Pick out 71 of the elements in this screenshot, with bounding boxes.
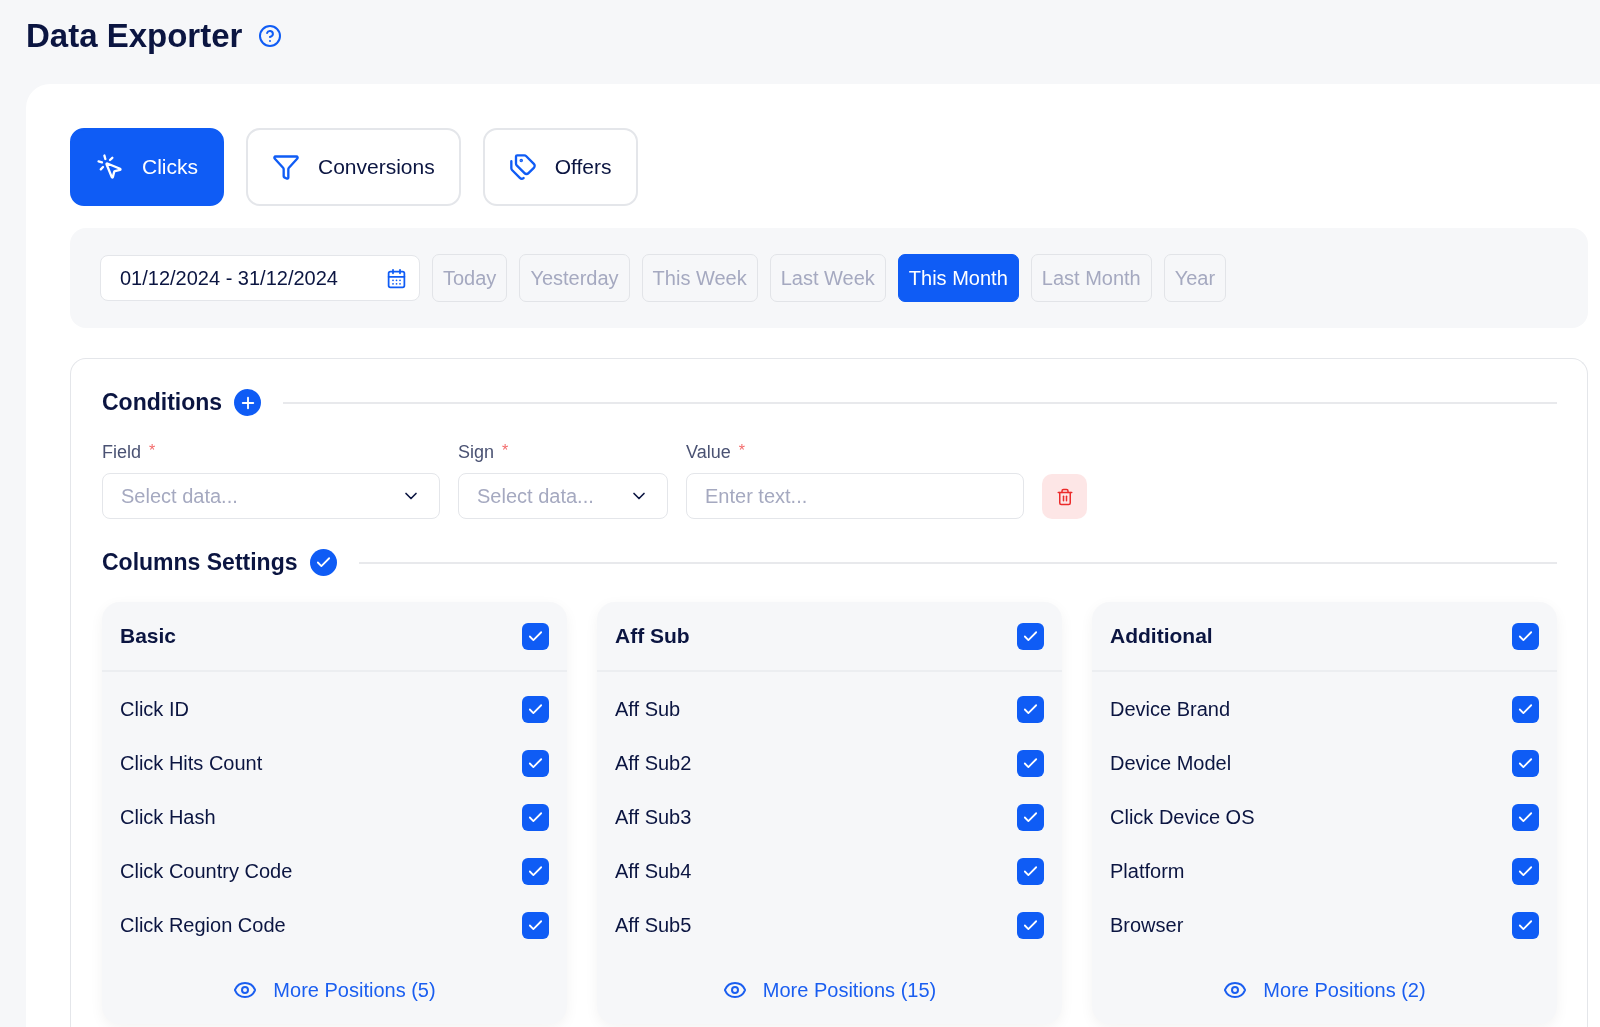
group-title: Additional xyxy=(1110,624,1213,648)
field-label: Value xyxy=(686,442,731,463)
checkbox[interactable] xyxy=(1017,857,1044,885)
column-label: Aff Sub5 xyxy=(615,913,692,937)
field-label: Field xyxy=(102,442,141,463)
checkbox[interactable] xyxy=(1017,749,1044,777)
date-preset-button[interactable]: This Month xyxy=(897,254,1019,302)
checkbox[interactable] xyxy=(1512,803,1539,831)
checkbox[interactable] xyxy=(1017,622,1044,650)
column-label: Device Brand xyxy=(1110,697,1231,721)
column-label: Click Country Code xyxy=(120,859,293,883)
calendar-icon xyxy=(386,267,407,289)
checkbox[interactable] xyxy=(1017,695,1044,723)
checkbox[interactable] xyxy=(1512,911,1539,939)
checkbox[interactable] xyxy=(522,911,549,939)
column-label: Platform xyxy=(1110,859,1185,883)
checkbox[interactable] xyxy=(522,749,549,777)
date-preset-button[interactable]: Yesterday xyxy=(519,254,630,302)
trash-icon xyxy=(1055,487,1074,506)
column-label: Click ID xyxy=(120,697,189,721)
delete-button[interactable] xyxy=(1042,474,1087,519)
checkbox[interactable] xyxy=(522,695,549,723)
checkbox[interactable] xyxy=(1512,749,1539,777)
checkbox[interactable] xyxy=(1512,622,1539,650)
date-preset-button[interactable]: Year xyxy=(1163,254,1227,302)
help-icon[interactable] xyxy=(258,24,283,48)
input-field[interactable]: Enter text... xyxy=(686,473,1024,519)
column-label: Click Region Code xyxy=(120,913,286,937)
checkbox[interactable] xyxy=(522,622,549,650)
select-field[interactable]: Select data... xyxy=(458,473,668,519)
select-field[interactable]: Select data... xyxy=(102,473,440,519)
tag-icon xyxy=(508,153,537,181)
column-label: Aff Sub3 xyxy=(615,805,692,829)
tab[interactable]: Clicks xyxy=(70,128,224,206)
column-label: Aff Sub4 xyxy=(615,859,692,883)
check-icon xyxy=(309,549,337,576)
required-mark: * xyxy=(502,442,509,460)
checkbox[interactable] xyxy=(1512,695,1539,723)
tab[interactable]: Conversions xyxy=(246,128,461,206)
checkbox[interactable] xyxy=(1017,803,1044,831)
add-icon[interactable] xyxy=(234,389,262,416)
date-preset-button[interactable]: This Week xyxy=(641,254,758,302)
date-preset-button[interactable]: Last Month xyxy=(1030,254,1152,302)
checkbox[interactable] xyxy=(1017,911,1044,939)
group-title: Aff Sub xyxy=(615,624,690,648)
column-label: Aff Sub2 xyxy=(615,751,692,775)
group-title: Basic xyxy=(120,624,177,648)
more-positions-link[interactable]: More Positions (2) xyxy=(1092,978,1557,1002)
date-range-field[interactable]: 01/12/2024 - 31/12/2024 xyxy=(100,255,420,301)
column-label: Click Device OS xyxy=(1110,805,1255,829)
checkbox[interactable] xyxy=(1512,857,1539,885)
date-preset-button[interactable]: Last Week xyxy=(769,254,886,302)
page-title: Data Exporter xyxy=(26,17,243,55)
more-positions-link[interactable]: More Positions (15) xyxy=(597,978,1062,1002)
required-mark: * xyxy=(149,442,156,460)
date-preset-button[interactable]: Today xyxy=(432,254,508,302)
column-label: Aff Sub xyxy=(615,697,681,721)
section-title: Columns Settings xyxy=(102,549,298,576)
funnel-icon xyxy=(272,153,300,181)
more-positions-link[interactable]: More Positions (5) xyxy=(102,978,567,1002)
column-label: Device Model xyxy=(1110,751,1232,775)
checkbox[interactable] xyxy=(522,857,549,885)
column-label: Browser xyxy=(1110,913,1184,937)
required-mark: * xyxy=(738,442,745,460)
section-title: Conditions xyxy=(102,389,223,416)
column-label: Click Hash xyxy=(120,805,216,829)
checkbox[interactable] xyxy=(522,803,549,831)
cursor-click-icon xyxy=(96,153,124,181)
column-label: Click Hits Count xyxy=(120,751,263,775)
field-label: Sign xyxy=(458,442,495,463)
tab[interactable]: Offers xyxy=(482,128,638,206)
